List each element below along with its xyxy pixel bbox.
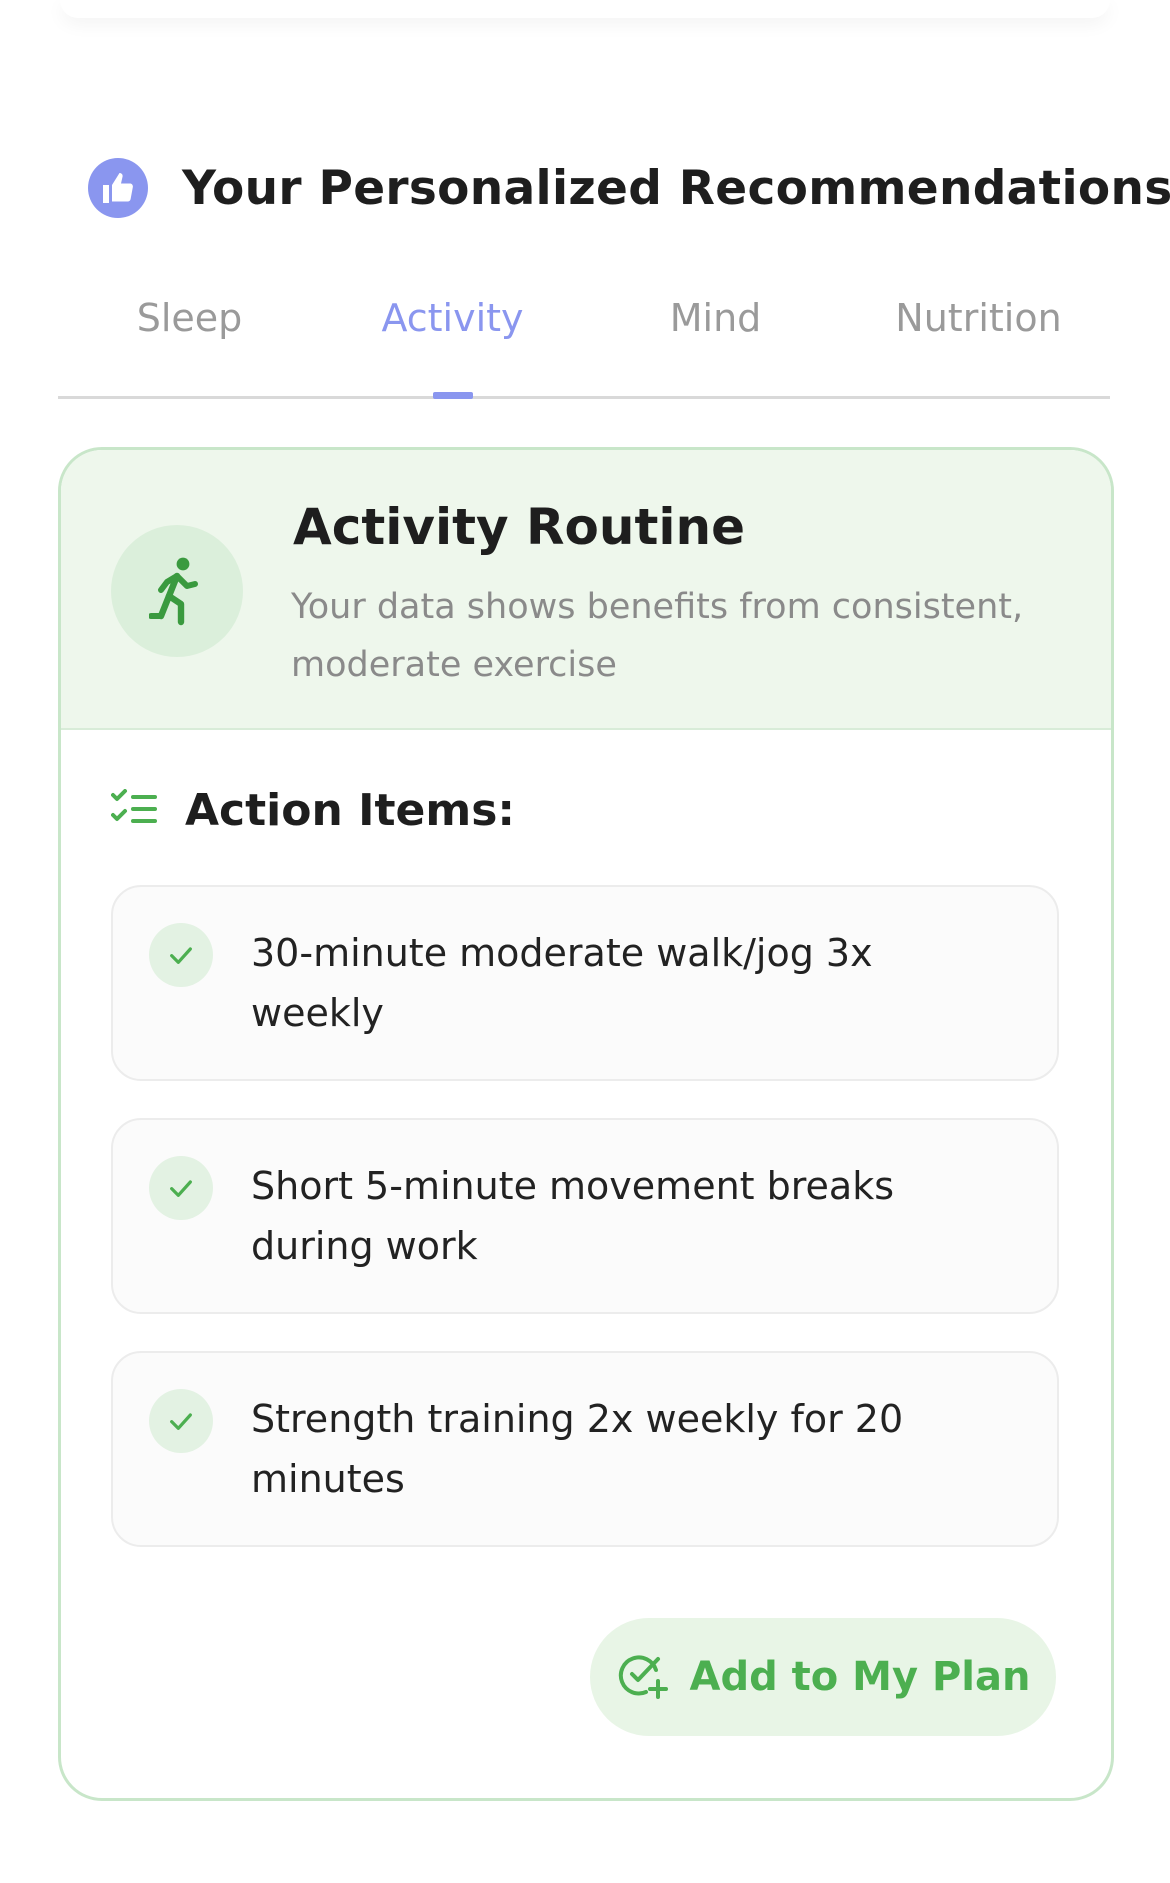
- add-to-plan-label: Add to My Plan: [689, 1654, 1031, 1700]
- recommendation-card: Activity Routine Your data shows benefit…: [58, 447, 1114, 1801]
- running-icon: [111, 525, 243, 657]
- action-item-text: Strength training 2x weekly for 20 minut…: [251, 1397, 904, 1501]
- circle-check-plus-icon: [616, 1649, 668, 1705]
- tab-activity[interactable]: Activity: [321, 296, 584, 340]
- checklist-icon: [111, 788, 159, 833]
- page-title: Your Personalized Recommendations: [182, 160, 1170, 216]
- tab-sleep[interactable]: Sleep: [58, 296, 321, 340]
- action-items-header: Action Items:: [111, 785, 515, 836]
- action-item: 30-minute moderate walk/jog 3x weekly: [111, 885, 1059, 1081]
- card-header: Activity Routine Your data shows benefit…: [61, 450, 1111, 730]
- previous-card-edge: [60, 0, 1110, 18]
- action-item-text: Short 5-minute movement breaks during wo…: [251, 1164, 895, 1268]
- action-item: Strength training 2x weekly for 20 minut…: [111, 1351, 1059, 1547]
- tab-nutrition[interactable]: Nutrition: [847, 296, 1110, 340]
- action-item-text: 30-minute moderate walk/jog 3x weekly: [251, 931, 873, 1035]
- check-icon: [149, 1389, 213, 1453]
- card-description: Your data shows benefits from consistent…: [291, 587, 1024, 685]
- tab-mind[interactable]: Mind: [584, 296, 847, 340]
- add-to-plan-button[interactable]: Add to My Plan: [590, 1618, 1056, 1736]
- active-tab-indicator: [433, 392, 473, 399]
- check-icon: [149, 1156, 213, 1220]
- category-tabs: Sleep Activity Mind Nutrition: [58, 296, 1110, 399]
- check-icon: [149, 923, 213, 987]
- recommendations-header: Your Personalized Recommendations: [88, 158, 1170, 218]
- action-items-title: Action Items:: [185, 785, 515, 836]
- thumbs-up-icon: [88, 158, 148, 218]
- action-item: Short 5-minute movement breaks during wo…: [111, 1118, 1059, 1314]
- card-title: Activity Routine: [293, 498, 746, 556]
